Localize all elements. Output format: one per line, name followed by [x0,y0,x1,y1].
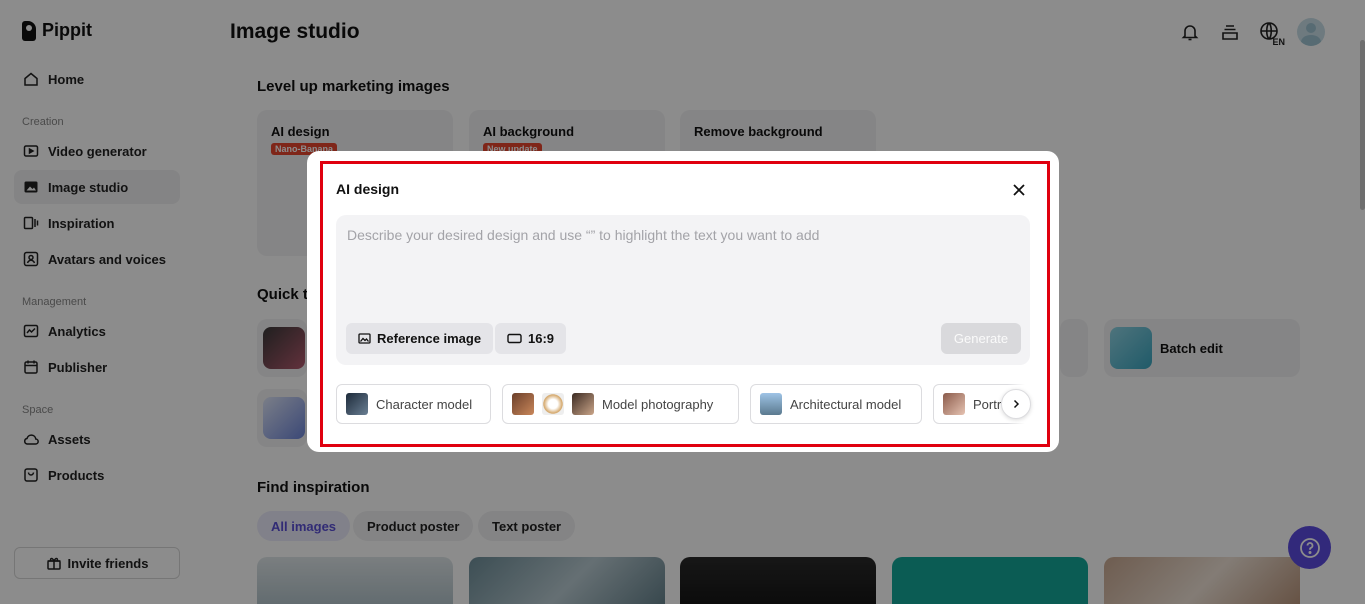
carousel-next-button[interactable] [1001,389,1031,419]
template-label: Architectural model [790,396,902,412]
modal-title: AI design [336,181,400,197]
chevron-right-icon [1013,399,1020,409]
image-icon [358,333,371,344]
prompt-input[interactable] [347,227,1017,243]
template-thumbnail [572,393,594,415]
reference-image-label: Reference image [377,331,482,346]
aspect-ratio-button[interactable]: 16:9 [495,323,567,354]
generate-button[interactable]: Generate [941,323,1021,354]
template-thumbnail [346,393,368,415]
template-character-model[interactable]: Character model [336,384,491,424]
template-thumbnail [760,393,782,415]
reference-image-button[interactable]: Reference image [346,323,494,354]
template-label: Model photography [602,396,714,412]
template-thumbnail [512,393,534,415]
template-model-photography[interactable]: Model photography [502,384,739,424]
prompt-box: Reference image 16:9 Generate [336,215,1030,365]
close-button[interactable] [1009,180,1029,200]
template-label: Character model [376,396,473,412]
close-icon [1013,184,1025,196]
template-thumbnail [943,393,965,415]
aspect-ratio-icon [507,333,522,344]
template-thumbnail [542,393,564,415]
ai-design-modal: AI design Reference image 16:9 Generate … [307,151,1059,452]
template-architectural-model[interactable]: Architectural model [750,384,922,424]
aspect-ratio-label: 16:9 [528,331,555,346]
